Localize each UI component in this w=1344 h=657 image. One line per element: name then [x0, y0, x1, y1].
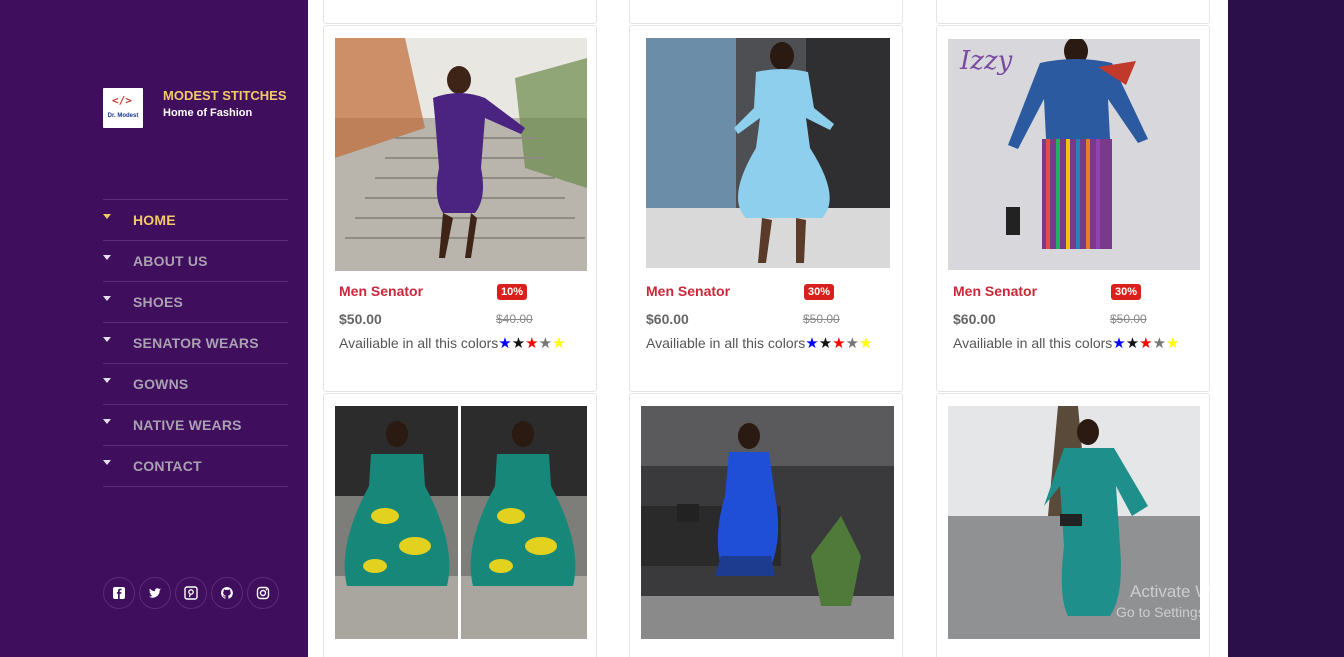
caret-down-icon	[103, 419, 111, 424]
discount-badge: 30%	[1111, 284, 1142, 300]
nav-item-shoes[interactable]: SHOES	[103, 281, 288, 322]
product-name[interactable]: Men Senator	[339, 283, 423, 299]
star-icon: ★	[552, 335, 566, 352]
main-nav: HOME ABOUT US SHOES SENATOR WEARS GOWNS …	[103, 199, 288, 487]
twitter-link[interactable]	[139, 577, 171, 609]
nav-item-label: SENATOR WEARS	[133, 335, 259, 351]
star-icon: ★	[1166, 335, 1180, 352]
product-price: $60.00	[953, 311, 996, 327]
product-price: $50.00	[339, 311, 382, 327]
color-availability: Availiable in all this colors★★★★★	[339, 335, 566, 351]
product-card[interactable]: Izzy Men Senator 30% $60.00 $50.00 Avail…	[936, 25, 1210, 392]
github-icon	[220, 586, 233, 599]
caret-down-icon	[103, 337, 111, 342]
product-name[interactable]: Men Senator	[953, 283, 1037, 299]
product-image[interactable]	[335, 406, 587, 639]
product-image[interactable]	[335, 38, 587, 271]
nav-item-contact[interactable]: CONTACT	[103, 445, 288, 487]
caret-down-icon	[103, 296, 111, 301]
product-card[interactable]	[629, 393, 903, 657]
color-stars: ★★★★★	[1112, 335, 1179, 351]
pinterest-icon	[184, 586, 198, 600]
star-icon: ★	[1112, 335, 1126, 352]
nav-item-home[interactable]: HOME	[103, 199, 288, 240]
instagram-link[interactable]	[247, 577, 279, 609]
star-icon: ★	[525, 335, 539, 352]
nav-item-label: SHOES	[133, 294, 184, 310]
nav-item-label: ABOUT US	[133, 253, 208, 269]
activation-watermark-title: Activate Windows	[1130, 582, 1228, 601]
nav-item-native-wears[interactable]: NATIVE WEARS	[103, 404, 288, 445]
instagram-icon	[256, 586, 270, 600]
color-availability-text: Availiable in all this colors	[339, 335, 499, 351]
twitter-icon	[149, 588, 161, 598]
social-links	[103, 577, 279, 609]
nav-item-senator-wears[interactable]: SENATOR WEARS	[103, 322, 288, 363]
discount-badge: 10%	[497, 284, 528, 300]
brand-tagline: Home of Fashion	[163, 107, 253, 119]
brand-logo: </> Dr. Modest	[103, 88, 143, 128]
activation-watermark-subtitle: Go to Settings to activate Windows.	[1116, 604, 1228, 620]
product-image[interactable]	[641, 406, 894, 639]
star-icon: ★	[1125, 335, 1140, 352]
nav-item-label: HOME	[133, 212, 176, 228]
caret-down-icon	[103, 460, 111, 465]
product-card[interactable]: Men Senator 30% $60.00 $50.00 Availiable…	[629, 25, 903, 392]
github-link[interactable]	[211, 577, 243, 609]
star-icon: ★	[805, 335, 819, 352]
sidebar: </> Dr. Modest MODEST STITCHES Home of F…	[0, 0, 308, 657]
star-icon: ★	[859, 335, 873, 352]
star-icon: ★	[511, 335, 526, 352]
product-name[interactable]: Men Senator	[646, 283, 730, 299]
color-availability-text: Availiable in all this colors	[646, 335, 806, 351]
star-icon: ★	[832, 335, 846, 352]
product-price: $60.00	[646, 311, 689, 327]
logo-wordmark: Dr. Modest	[107, 113, 139, 119]
product-old-price: $50.00	[803, 312, 840, 326]
product-image[interactable]: Izzy	[948, 39, 1200, 270]
product-image[interactable]	[646, 38, 890, 268]
product-old-price: $50.00	[1110, 312, 1147, 326]
star-icon: ★	[1152, 335, 1167, 352]
star-icon: ★	[845, 335, 860, 352]
star-icon: ★	[538, 335, 553, 352]
nav-item-label: GOWNS	[133, 376, 189, 392]
nav-item-label: NATIVE WEARS	[133, 417, 242, 433]
product-card[interactable]: Men Senator 10% $50.00 $40.00 Availiable…	[323, 25, 597, 392]
product-old-price: $40.00	[496, 312, 533, 326]
star-icon: ★	[818, 335, 833, 352]
color-availability-text: Availiable in all this colors	[953, 335, 1113, 351]
product-card[interactable]	[323, 393, 597, 657]
nav-item-about-us[interactable]: ABOUT US	[103, 240, 288, 281]
color-stars: ★★★★★	[805, 335, 872, 351]
color-availability: Availiable in all this colors★★★★★	[953, 335, 1180, 351]
product-card-partial[interactable]	[323, 0, 597, 24]
svg-text:Izzy: Izzy	[959, 46, 1013, 76]
star-icon: ★	[498, 335, 512, 352]
color-availability: Availiable in all this colors★★★★★	[646, 335, 873, 351]
nav-item-gowns[interactable]: GOWNS	[103, 363, 288, 404]
product-grid: Men Senator 10% $50.00 $40.00 Availiable…	[308, 0, 1228, 657]
brand-name: MODEST STITCHES	[163, 88, 287, 103]
nav-item-label: CONTACT	[133, 458, 202, 474]
caret-down-icon	[103, 255, 111, 260]
star-icon: ★	[1139, 335, 1153, 352]
facebook-link[interactable]	[103, 577, 135, 609]
caret-down-icon	[103, 378, 111, 383]
discount-badge: 30%	[804, 284, 835, 300]
color-stars: ★★★★★	[498, 335, 565, 351]
product-card-partial[interactable]	[629, 0, 903, 24]
pinterest-link[interactable]	[175, 577, 207, 609]
code-icon: </>	[112, 94, 132, 107]
facebook-icon	[113, 587, 125, 599]
product-card-partial[interactable]	[936, 0, 1210, 24]
caret-down-icon	[103, 214, 111, 219]
